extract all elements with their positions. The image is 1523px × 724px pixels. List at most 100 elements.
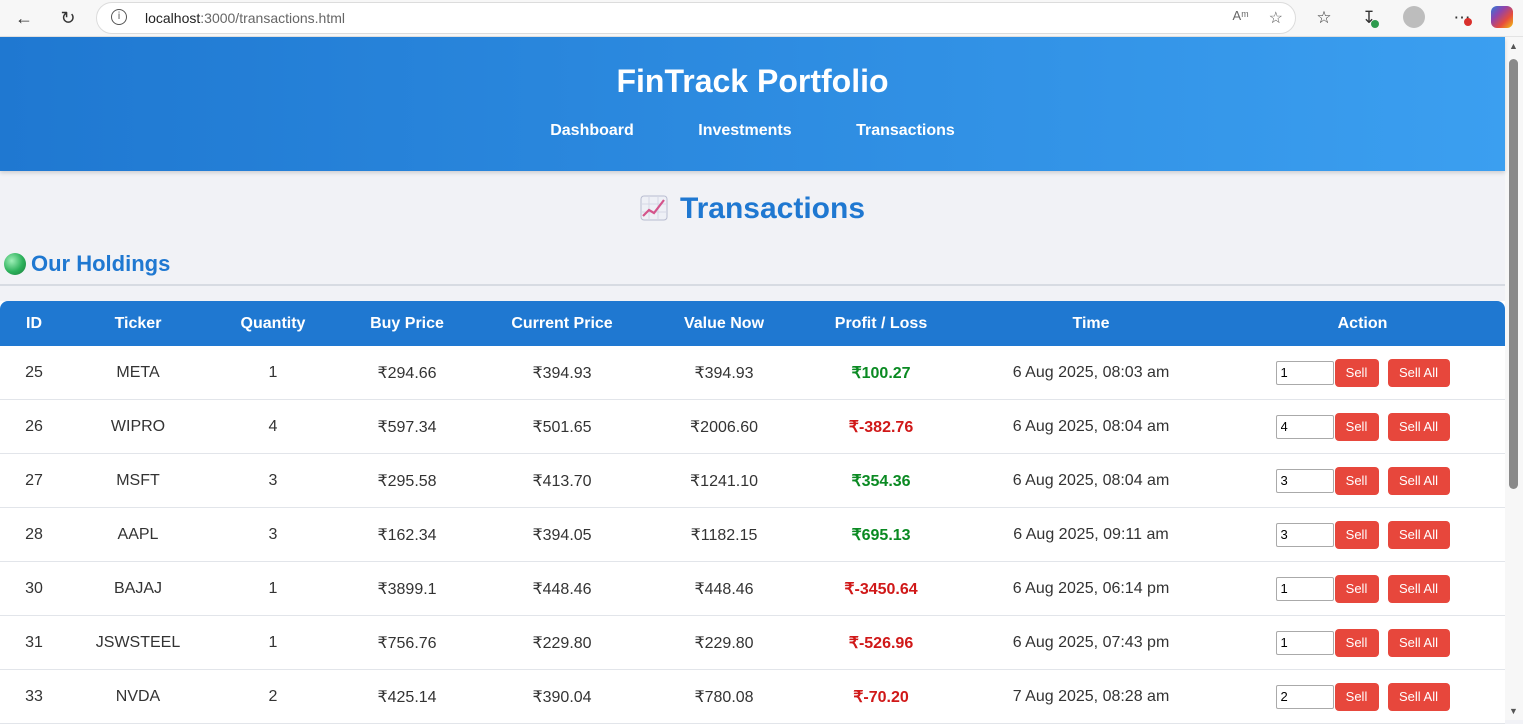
url-text: localhost:3000/transactions.html [145, 10, 345, 26]
sell-button[interactable]: Sell [1334, 574, 1379, 603]
sell-quantity-input[interactable] [1275, 414, 1334, 439]
nav-investments[interactable]: Investments [698, 122, 791, 140]
nav-dashboard[interactable]: Dashboard [550, 122, 634, 140]
cell-ticker: WIPRO [68, 399, 208, 454]
cell-buy-price: ₹3899.1 [338, 561, 476, 616]
back-icon[interactable]: ← [10, 4, 38, 32]
cell-action: Sell Sell All [1220, 346, 1505, 400]
sell-quantity-input[interactable] [1275, 684, 1334, 709]
cell-time: 6 Aug 2025, 08:04 am [962, 453, 1220, 508]
cell-value-now: ₹394.93 [648, 346, 800, 400]
sell-quantity-input[interactable] [1275, 630, 1334, 655]
table-header-row: ID Ticker Quantity Buy Price Current Pri… [0, 301, 1505, 346]
cell-action: Sell Sell All [1220, 615, 1505, 670]
sell-all-button[interactable]: Sell All [1387, 520, 1450, 549]
cell-current-price: ₹501.65 [476, 399, 648, 454]
nav-transactions[interactable]: Transactions [856, 122, 955, 140]
favorites-icon[interactable]: ☆ [1310, 4, 1338, 32]
cell-ticker: MSFT [68, 453, 208, 508]
scroll-up-icon[interactable]: ▲ [1509, 41, 1518, 51]
col-header-buy-price[interactable]: Buy Price [338, 301, 476, 346]
cell-id: 33 [0, 669, 68, 724]
cell-action: Sell Sell All [1220, 561, 1505, 616]
download-complete-badge [1371, 20, 1379, 28]
cell-ticker: META [68, 346, 208, 400]
downloads-icon[interactable]: ↧ [1355, 4, 1383, 32]
page-title-text: Transactions [679, 192, 866, 225]
sell-button[interactable]: Sell [1334, 466, 1379, 495]
table-row: 31 JSWSTEEL 1 ₹756.76 ₹229.80 ₹229.80 ₹-526.96… [0, 615, 1505, 670]
cell-id: 30 [0, 561, 68, 616]
site-info-icon[interactable]: i [111, 9, 127, 25]
cell-value-now: ₹1182.15 [648, 507, 800, 562]
col-header-time[interactable]: Time [962, 301, 1220, 346]
cell-value-now: ₹2006.60 [648, 399, 800, 454]
sell-all-button[interactable]: Sell All [1387, 412, 1450, 441]
col-header-quantity[interactable]: Quantity [208, 301, 338, 346]
cell-current-price: ₹390.04 [476, 669, 648, 724]
favorite-star-icon[interactable]: ☆ [1269, 8, 1283, 28]
profile-avatar[interactable] [1403, 6, 1425, 28]
cell-quantity: 1 [208, 615, 338, 670]
cell-current-price: ₹448.46 [476, 561, 648, 616]
cell-ticker: AAPL [68, 507, 208, 562]
reload-icon[interactable]: ↻ [54, 4, 82, 32]
browser-toolbar: ← ↻ i localhost:3000/transactions.html A… [0, 0, 1523, 37]
col-header-current-price[interactable]: Current Price [476, 301, 648, 346]
cell-id: 31 [0, 615, 68, 670]
table-row: 26 WIPRO 4 ₹597.34 ₹501.65 ₹2006.60 ₹-382.76 6 … [0, 399, 1505, 454]
holdings-table: ID Ticker Quantity Buy Price Current Pri… [0, 301, 1505, 724]
col-header-ticker[interactable]: Ticker [68, 301, 208, 346]
sell-button[interactable]: Sell [1334, 358, 1379, 387]
copilot-icon[interactable] [1491, 6, 1513, 28]
cell-buy-price: ₹597.34 [338, 399, 476, 454]
scroll-down-icon[interactable]: ▼ [1509, 706, 1518, 716]
more-options-icon[interactable]: ⋯ [1448, 4, 1476, 32]
cell-action: Sell Sell All [1220, 453, 1505, 508]
sell-button[interactable]: Sell [1334, 412, 1379, 441]
table-row: 28 AAPL 3 ₹162.34 ₹394.05 ₹1182.15 ₹695.13 6 Au… [0, 507, 1505, 562]
cell-ticker: NVDA [68, 669, 208, 724]
cell-current-price: ₹229.80 [476, 615, 648, 670]
holdings-heading-text: Our Holdings [31, 251, 171, 276]
holdings-heading: Our Holdings [4, 251, 170, 277]
cell-profit-loss: ₹-70.20 [800, 669, 962, 724]
sell-quantity-input[interactable] [1275, 522, 1334, 547]
col-header-profit-loss[interactable]: Profit / Loss [800, 301, 962, 346]
cell-profit-loss: ₹695.13 [800, 507, 962, 562]
page-title: Transactions [0, 192, 1505, 226]
chart-increasing-icon [640, 195, 668, 221]
sell-all-button[interactable]: Sell All [1387, 682, 1450, 711]
cell-buy-price: ₹756.76 [338, 615, 476, 670]
page-scrollbar[interactable]: ▲ ▼ [1505, 37, 1523, 720]
sell-quantity-input[interactable] [1275, 360, 1334, 385]
sell-button[interactable]: Sell [1334, 682, 1379, 711]
sell-quantity-input[interactable] [1275, 576, 1334, 601]
table-row: 25 META 1 ₹294.66 ₹394.93 ₹394.93 ₹100.27 6 Aug… [0, 346, 1505, 400]
cell-quantity: 3 [208, 453, 338, 508]
sell-quantity-input[interactable] [1275, 468, 1334, 493]
sell-all-button[interactable]: Sell All [1387, 358, 1450, 387]
col-header-value-now[interactable]: Value Now [648, 301, 800, 346]
cell-buy-price: ₹295.58 [338, 453, 476, 508]
cell-profit-loss: ₹354.36 [800, 453, 962, 508]
holdings-table-container: ID Ticker Quantity Buy Price Current Pri… [0, 301, 1505, 724]
read-aloud-icon[interactable]: Aᵐ [1233, 8, 1249, 28]
cell-time: 6 Aug 2025, 09:11 am [962, 507, 1220, 562]
app-header: FinTrack Portfolio Dashboard Investments… [0, 37, 1505, 171]
sell-button[interactable]: Sell [1334, 628, 1379, 657]
sell-all-button[interactable]: Sell All [1387, 574, 1450, 603]
cell-value-now: ₹448.46 [648, 561, 800, 616]
scroll-thumb[interactable] [1509, 59, 1518, 489]
cell-id: 27 [0, 453, 68, 508]
col-header-id[interactable]: ID [0, 301, 68, 346]
cell-time: 7 Aug 2025, 08:28 am [962, 669, 1220, 724]
address-bar[interactable]: i localhost:3000/transactions.html Aᵐ ☆ [96, 2, 1296, 34]
holdings-table-body: 25 META 1 ₹294.66 ₹394.93 ₹394.93 ₹100.27 6 Aug… [0, 346, 1505, 724]
sell-all-button[interactable]: Sell All [1387, 466, 1450, 495]
sell-button[interactable]: Sell [1334, 520, 1379, 549]
cell-profit-loss: ₹100.27 [800, 346, 962, 400]
cell-current-price: ₹394.05 [476, 507, 648, 562]
cell-buy-price: ₹294.66 [338, 346, 476, 400]
sell-all-button[interactable]: Sell All [1387, 628, 1450, 657]
